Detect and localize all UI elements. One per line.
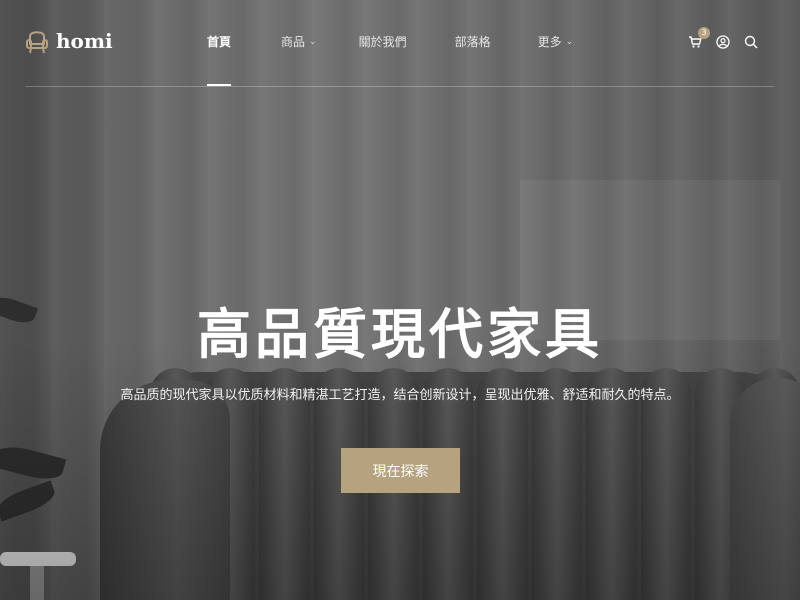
search-icon: [744, 35, 758, 49]
cart-button[interactable]: 3: [688, 27, 710, 48]
header-actions: 3: [688, 27, 758, 49]
armchair-icon: [26, 31, 48, 54]
user-circle-icon: [716, 35, 730, 49]
explore-now-button[interactable]: 現在探索: [341, 448, 460, 493]
brand-name: homi: [56, 29, 113, 53]
nav-item-products[interactable]: 商品 ⌄: [281, 33, 317, 50]
nav-label: 部落格: [454, 35, 491, 49]
site-header: homi 首頁 商品 ⌄ 關於我們 部落格 更多 ⌄ 3: [26, 0, 774, 87]
nav-item-more[interactable]: 更多 ⌄: [538, 33, 574, 50]
nav-label: 商品: [281, 35, 306, 49]
chevron-down-icon: ⌄: [309, 36, 317, 47]
nav-label: 更多: [537, 35, 562, 49]
search-button[interactable]: [744, 34, 758, 49]
main-nav: 首頁 商品 ⌄ 關於我們 部落格 更多 ⌄: [207, 33, 574, 86]
nav-item-about[interactable]: 關於我們: [359, 33, 407, 50]
nav-item-blog[interactable]: 部落格: [455, 33, 491, 50]
active-indicator: [207, 84, 231, 86]
logo[interactable]: homi: [26, 28, 113, 54]
chevron-down-icon: ⌄: [565, 36, 574, 47]
hero-title: 高品質現代家具: [197, 303, 603, 366]
nav-label: 關於我們: [358, 35, 407, 49]
nav-item-home[interactable]: 首頁: [207, 33, 232, 86]
account-button[interactable]: [716, 34, 730, 49]
nav-label: 首頁: [207, 35, 232, 49]
cart-count-badge: 3: [698, 27, 710, 39]
hero-subtitle: 高品质的现代家具以优质材料和精湛工艺打造，结合创新设计，呈现出优雅、舒适和耐久的…: [120, 388, 680, 403]
